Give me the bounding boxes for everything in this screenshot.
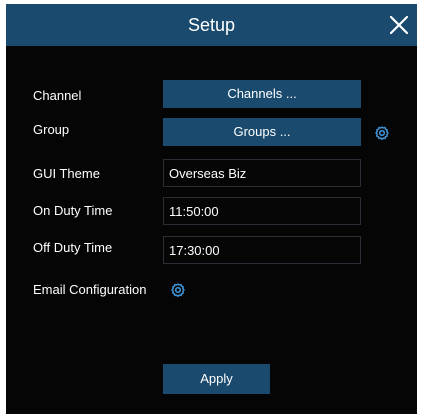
- close-icon[interactable]: [387, 13, 411, 37]
- dialog-title: Setup: [187, 15, 236, 35]
- gui-theme-label: GUI Theme: [33, 166, 100, 181]
- on-duty-time-label: On Duty Time: [33, 203, 113, 218]
- off-duty-time-field[interactable]: 17:30:00: [163, 236, 361, 264]
- email-configuration-label: Email Configuration: [33, 282, 147, 297]
- apply-button[interactable]: Apply: [163, 364, 270, 394]
- group-gear-icon[interactable]: [374, 125, 390, 141]
- title-bar: Setup: [6, 4, 417, 46]
- group-label: Group: [33, 122, 70, 137]
- setup-dialog: Setup Channel Channels ... Group Groups …: [6, 4, 417, 414]
- groups-button[interactable]: Groups ...: [163, 118, 361, 146]
- channels-button[interactable]: Channels ...: [163, 80, 361, 108]
- on-duty-time-field[interactable]: 11:50:00: [163, 197, 361, 225]
- email-gear-icon[interactable]: [170, 282, 186, 298]
- off-duty-time-label: Off Duty Time: [33, 240, 113, 255]
- channel-label: Channel: [33, 88, 82, 103]
- gui-theme-field[interactable]: Overseas Biz: [163, 159, 361, 187]
